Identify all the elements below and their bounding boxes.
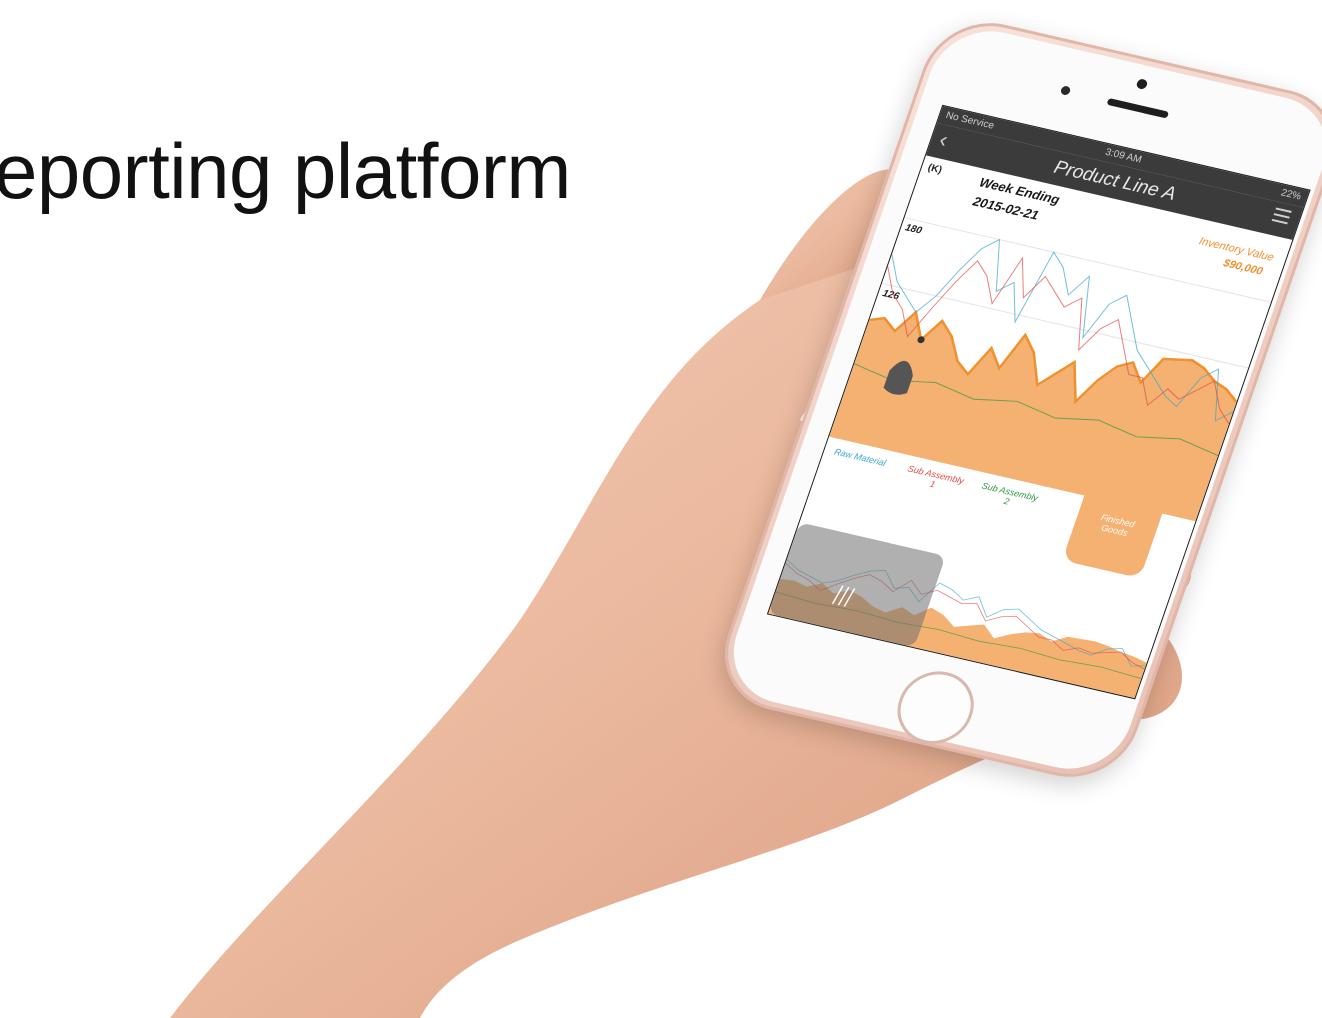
y-unit-label: (K) <box>926 162 944 176</box>
front-camera-icon <box>1135 78 1149 90</box>
battery-status: 22% <box>1279 187 1303 203</box>
legend-sub-assembly-1[interactable]: Sub Assembly 1 <box>902 463 967 496</box>
app-screen: No Service 3:09 AM 22% ‹ Product Line A … <box>766 104 1311 700</box>
legend-sub-assembly-2[interactable]: Sub Assembly 2 <box>976 480 1041 513</box>
legend-raw-material-label: Raw Material <box>832 446 888 468</box>
scrubber-window[interactable] <box>768 522 946 647</box>
phone-device: No Service 3:09 AM 22% ‹ Product Line A … <box>707 10 1322 790</box>
earpiece-speaker <box>1106 97 1170 119</box>
proximity-sensor-icon <box>1059 85 1072 96</box>
legend-raw-material[interactable]: Raw Material <box>833 447 887 468</box>
hero-scene: No Service 3:09 AM 22% ‹ Product Line A … <box>0 0 1322 1018</box>
y-tick-label: 126 <box>881 288 901 302</box>
